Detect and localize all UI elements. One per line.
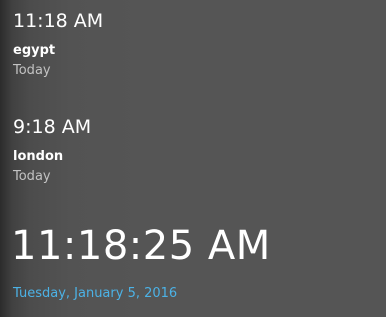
clock-city-label: egypt [13, 43, 56, 58]
clock-city-label: london [13, 149, 64, 164]
clock-entry-london: 9:18 AM london Today [13, 116, 91, 185]
clock-time: 9:18 AM [13, 116, 92, 138]
current-date-link[interactable]: Tuesday, January 5, 2016 [13, 285, 177, 303]
clock-day-label: Today [13, 63, 51, 78]
current-time: 11:18:25 AM [11, 223, 271, 269]
clock-time: 11:18 AM [13, 10, 104, 32]
clock-day-label: Today [13, 169, 51, 184]
clock-entry-egypt: 11:18 AM egypt Today [13, 10, 103, 79]
clock-flyout-panel: 11:18 AM egypt Today 9:18 AM london Toda… [0, 0, 386, 317]
